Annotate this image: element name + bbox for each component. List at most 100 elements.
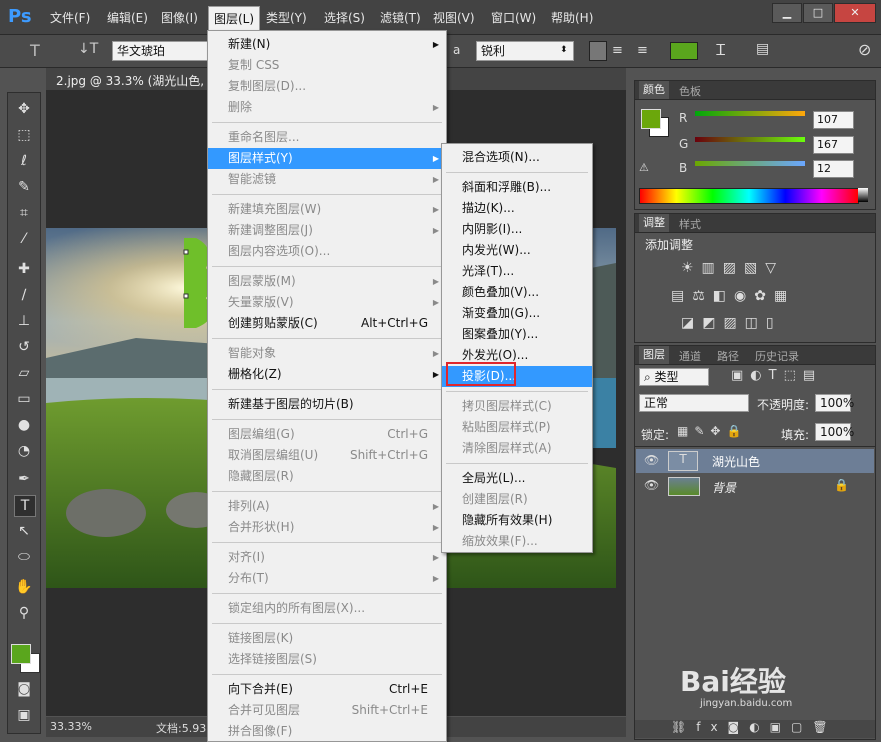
menu-item[interactable]: 栅格化(Z) ▶ [208,364,446,385]
menu-item[interactable]: 分布(T) ▶ [208,568,446,589]
menu-item[interactable]: 隐藏所有效果(H) [442,510,592,531]
crop-tool-icon[interactable]: ⌗ [14,203,34,223]
color-spectrum[interactable] [639,188,859,204]
menu-item[interactable]: 隐藏图层(R) [208,466,446,487]
blend-mode-select[interactable]: 正常 [639,394,749,412]
g-value[interactable]: 167 [813,136,854,154]
menu-item[interactable]: 合并可见图层 Shift+Ctrl+E [208,700,446,721]
menu-item[interactable]: 排列(A) ▶ [208,496,446,517]
menu-item[interactable]: 渐变叠加(G)... [442,303,592,324]
menu-item[interactable]: 拷贝图层样式(C) [442,396,592,417]
panel-tab-1[interactable]: 通道 [675,348,705,364]
menu-1[interactable]: 编辑(E) [107,9,148,26]
lasso-tool-icon[interactable]: ℓ [14,151,34,171]
panel-tab-1[interactable]: 样式 [675,216,705,232]
foreground-color-swatch[interactable] [11,644,31,664]
menu-2[interactable]: 图像(I) [161,9,198,26]
menu-item[interactable]: 新建调整图层(J) ▶ [208,220,446,241]
menu-0[interactable]: 文件(F) [50,9,90,26]
document-info[interactable]: 文档:5.93 [156,720,206,736]
menu-item[interactable]: 新建(N) ▶ [208,34,446,55]
menu-item[interactable]: 向下合并(E) Ctrl+E [208,679,446,700]
healing-brush-icon[interactable]: ✚ [14,259,34,279]
opacity-field[interactable]: 100% [815,394,854,412]
menu-item[interactable]: 取消图层编组(U) Shift+Ctrl+G [208,445,446,466]
menu-item[interactable]: 清除图层样式(A) [442,438,592,459]
panel-tab-1[interactable]: 色板 [675,83,705,99]
b-slider[interactable] [695,161,805,166]
gamut-warning-icon[interactable]: ⚠ [639,161,649,174]
menu-7[interactable]: 视图(V) [433,9,475,26]
menu-item[interactable]: 粘贴图层样式(P) [442,417,592,438]
eyedropper-icon[interactable]: ⁄ [14,229,34,249]
dodge-tool-icon[interactable]: ◔ [14,441,34,461]
hand-tool-icon[interactable]: ✋ [14,577,34,597]
pen-tool-icon[interactable]: ✒ [14,469,34,489]
menu-item[interactable]: 内阴影(I)... [442,219,592,240]
font-family-field[interactable]: 华文琥珀 [112,41,210,61]
warp-text-icon[interactable]: Ꮖ [716,41,726,59]
menu-item[interactable]: 拼合图像(F) [208,721,446,742]
menu-item[interactable]: 创建剪贴蒙版(C) Alt+Ctrl+G [208,313,446,334]
brush-tool-icon[interactable]: ∕ [14,285,34,305]
panel-foreground-swatch[interactable] [641,109,661,129]
menu-item[interactable]: 重命名图层... [208,127,446,148]
menu-item[interactable]: 创建图层(R) [442,489,592,510]
layer-name[interactable]: 背景 [712,479,736,496]
menu-item[interactable]: 复制 CSS [208,55,446,76]
panel-tab-3[interactable]: 历史记录 [751,348,803,364]
black-white-ramp[interactable] [858,188,868,202]
menu-item[interactable]: 选择链接图层(S) [208,649,446,670]
r-value[interactable]: 107 [813,111,854,129]
move-tool-icon[interactable]: ✥ [14,99,34,119]
blur-tool-icon[interactable]: ● [14,415,34,435]
menu-4[interactable]: 类型(Y) [266,9,307,26]
menu-8[interactable]: 窗口(W) [491,9,536,26]
menu-item[interactable]: 颜色叠加(V)... [442,282,592,303]
minimize-button[interactable]: ▁ [772,3,802,23]
panel-tab-2[interactable]: 路径 [713,348,743,364]
ellipse-tool-icon[interactable]: ⬭ [14,547,34,567]
quick-mask-icon[interactable]: ◙ [14,679,34,699]
menu-item[interactable]: 新建基于图层的切片(B) [208,394,446,415]
menu-item[interactable]: 图案叠加(Y)... [442,324,592,345]
path-select-icon[interactable]: ↖ [14,521,34,541]
eraser-icon[interactable]: ▱ [14,363,34,383]
panel-tab-0[interactable]: 调整 [639,214,669,232]
menu-item[interactable]: 光泽(T)... [442,261,592,282]
layer-filter-select[interactable]: ⌕ 类型 [639,368,709,386]
fill-field[interactable]: 100% [815,423,854,441]
document-tab[interactable]: 2.jpg @ 33.3% (湖光山色, R [56,72,216,89]
character-panel-icon[interactable]: ▤ [756,41,769,57]
visibility-eye-icon[interactable]: 👁 [644,453,659,467]
layer-name[interactable]: 湖光山色 [712,453,760,470]
menu-item[interactable]: 智能对象 ▶ [208,343,446,364]
type-tool-icon[interactable]: T [14,495,36,517]
menu-3[interactable]: 图层(L) [208,6,261,31]
menu-item[interactable]: 斜面和浮雕(B)... [442,177,592,198]
history-brush-icon[interactable]: ↺ [14,337,34,357]
zoom-level[interactable]: 33.33% [50,720,92,733]
quick-select-icon[interactable]: ✎ [14,177,34,197]
menu-item[interactable]: 图层内容选项(O)... [208,241,446,262]
layer-row-background[interactable]: 👁 背景 🔒 [636,474,874,498]
layer-row-text[interactable]: 👁 T 湖光山色 [636,449,874,473]
align-left-icon[interactable] [589,41,607,61]
visibility-eye-icon[interactable]: 👁 [644,478,659,492]
menu-item[interactable]: 全局光(L)... [442,468,592,489]
menu-item[interactable]: 描边(K)... [442,198,592,219]
align-right-icon[interactable]: ≡ [637,43,648,58]
menu-item[interactable]: 合并形状(H) ▶ [208,517,446,538]
type-tool-icon[interactable]: T [30,41,40,60]
b-value[interactable]: 12 [813,160,854,178]
menu-item[interactable]: 图层蒙版(M) ▶ [208,271,446,292]
menu-item[interactable]: 对齐(I) ▶ [208,547,446,568]
gradient-tool-icon[interactable]: ▭ [14,389,34,409]
menu-item[interactable]: 缩放效果(F)... [442,531,592,552]
menu-item[interactable]: 矢量蒙版(V) ▶ [208,292,446,313]
menu-item[interactable]: 删除 ▶ [208,97,446,118]
r-slider[interactable] [695,111,805,116]
screen-mode-icon[interactable]: ▣ [14,705,34,725]
menu-item[interactable]: 锁定组内的所有图层(X)... [208,598,446,619]
menu-item[interactable]: 混合选项(N)... [442,147,592,168]
